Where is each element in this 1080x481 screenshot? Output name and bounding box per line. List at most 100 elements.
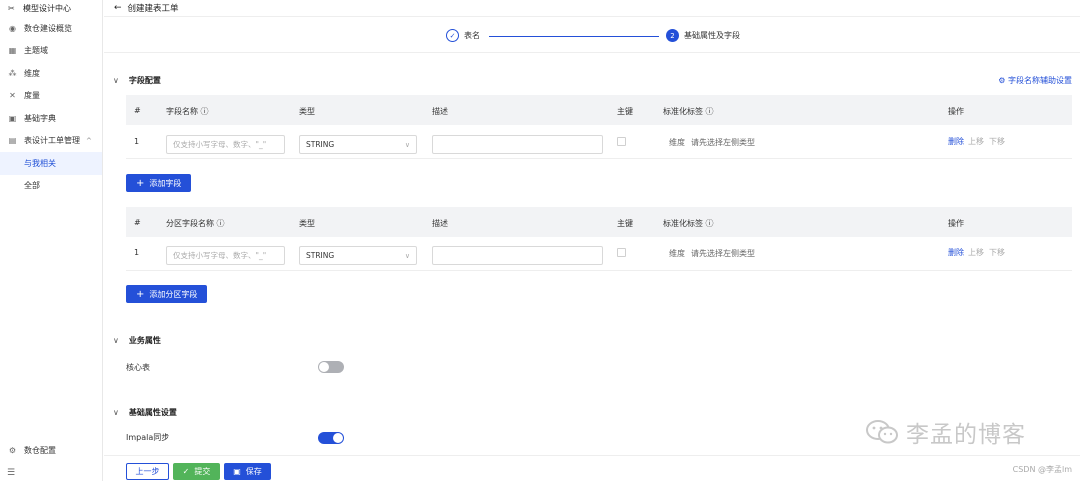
credit-text: CSDN @李孟lm bbox=[1012, 465, 1072, 474]
brand: ✂ 模型设计中心 bbox=[0, 0, 102, 17]
tag-prefix: 维度 bbox=[669, 138, 685, 147]
sidebar-item-overview[interactable]: ◉ 数仓建设概览 bbox=[0, 17, 102, 40]
tools-icon: ✂ bbox=[8, 4, 15, 13]
hierarchy-icon: ⁂ bbox=[8, 68, 17, 78]
partition-table-header: # 分区字段名称 ⓘ 类型 描述 主键 标准化标签 ⓘ 操作 bbox=[126, 207, 1072, 237]
sidebar-item-label: 主题域 bbox=[24, 46, 48, 56]
sidebar-sub-mine[interactable]: 与我相关 bbox=[0, 152, 102, 175]
row-index: 1 bbox=[134, 248, 140, 257]
add-partition-field-button[interactable]: + 添加分区字段 bbox=[126, 285, 208, 303]
field-name-assist-link[interactable]: ⚙ 字段名称辅助设置 bbox=[998, 75, 1072, 86]
select-value: STRING bbox=[306, 251, 335, 260]
col-description: 描述 bbox=[432, 107, 448, 116]
step-label: 基础属性及字段 bbox=[684, 31, 740, 40]
core-table-label: 核心表 bbox=[126, 363, 150, 372]
partition-name-input[interactable]: 仅支持小写字母、数字、"_" bbox=[166, 246, 285, 265]
menu-collapse-icon[interactable]: ☰ bbox=[7, 468, 15, 478]
col-index: # bbox=[134, 218, 141, 227]
table-row: 1 仅支持小写字母、数字、"_" STRING ∨ 维度 请先选择左侧类型 删除… bbox=[126, 125, 1072, 159]
link-label: 字段名称辅助设置 bbox=[1008, 76, 1072, 85]
field-table-header: # 字段名称 ⓘ 类型 描述 主键 标准化标签 ⓘ 操作 bbox=[126, 95, 1072, 125]
sidebar-item-measure[interactable]: ✕ 度量 bbox=[0, 85, 102, 108]
step-basic-attributes[interactable]: 2 基础属性及字段 bbox=[666, 29, 740, 42]
section-basic[interactable]: ∨ 基础属性设置 bbox=[113, 407, 177, 418]
button-label: 保存 bbox=[245, 467, 262, 476]
watermark-text: 李孟的博客 bbox=[906, 422, 1026, 448]
impala-sync-switch[interactable] bbox=[318, 432, 344, 444]
watermark: 李孟的博客 bbox=[864, 415, 1026, 449]
primary-key-checkbox[interactable] bbox=[617, 248, 626, 257]
move-up-link[interactable]: 上移 bbox=[968, 136, 984, 147]
chevron-down-icon: ∨ bbox=[113, 408, 119, 417]
col-label: 分区字段名称 bbox=[166, 219, 214, 228]
primary-key-checkbox[interactable] bbox=[617, 137, 626, 146]
core-table-switch[interactable] bbox=[318, 361, 344, 373]
save-button[interactable]: ▣ 保存 bbox=[224, 463, 271, 480]
delete-link[interactable]: 删除 bbox=[948, 136, 964, 147]
step-label: 表名 bbox=[464, 31, 480, 40]
sidebar-item-dictionary[interactable]: ▣ 基础字典 bbox=[0, 107, 102, 130]
col-standard-tag: 标准化标签 ⓘ bbox=[663, 218, 714, 229]
grid-icon: ▦ bbox=[8, 46, 17, 56]
field-name-input[interactable]: 仅支持小写字母、数字、"_" bbox=[166, 135, 285, 154]
table-row: 1 仅支持小写字母、数字、"_" STRING ∨ 维度 请先选择左侧类型 删除… bbox=[126, 237, 1072, 271]
step-number: 2 bbox=[666, 29, 679, 42]
sidebar-item-subject[interactable]: ▦ 主题域 bbox=[0, 40, 102, 63]
prev-step-button[interactable]: 上一步 bbox=[126, 463, 169, 480]
description-input[interactable] bbox=[432, 246, 603, 265]
col-primary-key: 主键 bbox=[617, 219, 633, 228]
tag-hint: 请先选择左侧类型 bbox=[691, 249, 755, 258]
col-field-name: 字段名称 ⓘ bbox=[166, 106, 209, 117]
input-placeholder: 仅支持小写字母、数字、"_" bbox=[173, 140, 267, 149]
chevron-up-icon: ^ bbox=[86, 136, 92, 145]
tools-icon: ✕ bbox=[9, 91, 16, 101]
type-select[interactable]: STRING ∨ bbox=[299, 135, 417, 154]
sidebar-item-label: 度量 bbox=[24, 91, 40, 101]
back-arrow-icon[interactable]: ← bbox=[114, 3, 122, 13]
sidebar-sub-all[interactable]: 全部 bbox=[0, 175, 102, 198]
page-title: 创建建表工单 bbox=[127, 4, 179, 14]
save-icon: ▣ bbox=[233, 467, 241, 476]
col-primary-key: 主键 bbox=[617, 107, 633, 116]
sidebar-item-dimension[interactable]: ⁂ 维度 bbox=[0, 62, 102, 85]
wechat-icon bbox=[866, 420, 898, 444]
input-placeholder: 仅支持小写字母、数字、"_" bbox=[173, 251, 267, 260]
check-icon: ✓ bbox=[446, 29, 459, 42]
sidebar-item-config[interactable]: ⚙ 数仓配置 bbox=[0, 440, 102, 460]
section-field-config[interactable]: ∨ 字段配置 bbox=[113, 75, 161, 86]
move-down-link[interactable]: 下移 bbox=[989, 247, 1005, 258]
help-icon[interactable]: ⓘ bbox=[217, 219, 225, 228]
section-business[interactable]: ∨ 业务属性 bbox=[113, 335, 161, 346]
impala-sync-label: Impala同步 bbox=[126, 433, 170, 442]
description-input[interactable] bbox=[432, 135, 603, 154]
submit-button[interactable]: ✓ 提交 bbox=[173, 463, 220, 480]
sidebar-sub-label: 全部 bbox=[24, 181, 40, 191]
sidebar-item-label: 数仓配置 bbox=[24, 445, 56, 455]
chevron-down-icon: ∨ bbox=[113, 336, 119, 345]
switch-knob bbox=[319, 362, 329, 372]
gear-icon: ⚙ bbox=[8, 445, 17, 455]
help-icon[interactable]: ⓘ bbox=[201, 107, 209, 116]
help-icon[interactable]: ⓘ bbox=[706, 219, 714, 228]
gear-icon: ⚙ bbox=[998, 76, 1006, 85]
delete-link[interactable]: 删除 bbox=[948, 247, 964, 258]
col-description: 描述 bbox=[432, 219, 448, 228]
switch-knob bbox=[333, 433, 343, 443]
col-index: # bbox=[134, 106, 141, 115]
col-actions: 操作 bbox=[948, 219, 964, 228]
col-type: 类型 bbox=[299, 107, 315, 116]
type-select[interactable]: STRING ∨ bbox=[299, 246, 417, 265]
col-partition-name: 分区字段名称 ⓘ bbox=[166, 218, 225, 229]
sidebar-item-table-design[interactable]: ▤ 表设计工单管理 ^ bbox=[0, 130, 102, 153]
col-type: 类型 bbox=[299, 219, 315, 228]
step-table-name[interactable]: ✓ 表名 bbox=[446, 29, 480, 42]
move-down-link[interactable]: 下移 bbox=[989, 136, 1005, 147]
help-icon[interactable]: ⓘ bbox=[706, 107, 714, 116]
section-title: 业务属性 bbox=[128, 336, 161, 345]
table-icon: ▤ bbox=[8, 136, 17, 146]
col-actions: 操作 bbox=[948, 107, 964, 116]
move-up-link[interactable]: 上移 bbox=[968, 247, 984, 258]
add-field-button[interactable]: + 添加字段 bbox=[126, 174, 192, 192]
sidebar-item-label: 基础字典 bbox=[24, 113, 56, 123]
chevron-down-icon: ∨ bbox=[404, 140, 410, 149]
